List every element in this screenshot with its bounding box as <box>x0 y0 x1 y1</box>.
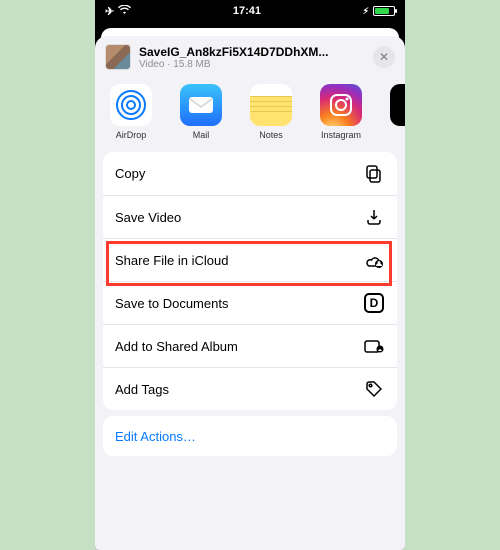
app-mail[interactable]: Mail <box>173 84 229 140</box>
action-label: Save Video <box>115 210 181 225</box>
action-save-documents[interactable]: Save to Documents D <box>103 281 397 324</box>
instagram-icon <box>320 84 362 126</box>
apps-row: AirDrop Mail Notes Instagram ♪ T <box>95 78 405 150</box>
action-share-icloud[interactable]: Share File in iCloud <box>103 238 397 281</box>
action-label: Share File in iCloud <box>115 253 228 268</box>
status-right: ⚡︎ <box>363 6 395 17</box>
app-notes[interactable]: Notes <box>243 84 299 140</box>
edit-actions-label: Edit Actions… <box>115 429 196 444</box>
share-sheet: SaveIG_An8kzFi5X14D7DDhXM... Video · 15.… <box>95 36 405 550</box>
charging-icon: ⚡︎ <box>363 6 369 17</box>
file-meta: SaveIG_An8kzFi5X14D7DDhXM... Video · 15.… <box>139 45 365 70</box>
action-save-video[interactable]: Save Video <box>103 195 397 238</box>
copy-icon <box>363 163 385 185</box>
battery-icon <box>373 6 395 16</box>
action-copy[interactable]: Copy <box>103 152 397 195</box>
app-instagram[interactable]: Instagram <box>313 84 369 140</box>
tag-icon <box>363 378 385 400</box>
phone-frame: ✈︎ 17:41 ⚡︎ SaveIG_An8kzFi5X14D7DDhXM...… <box>95 0 405 550</box>
action-label: Copy <box>115 166 145 181</box>
close-button[interactable]: ✕ <box>373 46 395 68</box>
action-label: Save to Documents <box>115 296 228 311</box>
action-add-shared-album[interactable]: Add to Shared Album <box>103 324 397 367</box>
airplane-icon: ✈︎ <box>105 5 114 18</box>
file-name: SaveIG_An8kzFi5X14D7DDhXM... <box>139 45 365 59</box>
tiktok-icon: ♪ <box>390 84 405 126</box>
file-subtitle: Video · 15.8 MB <box>139 59 365 70</box>
wifi-icon <box>118 5 131 18</box>
app-label: AirDrop <box>116 130 147 140</box>
notes-icon <box>250 84 292 126</box>
app-label: Notes <box>259 130 283 140</box>
edit-actions-button[interactable]: Edit Actions… <box>103 416 397 456</box>
download-icon <box>363 206 385 228</box>
shared-album-icon <box>363 335 385 357</box>
action-label: Add to Shared Album <box>115 339 238 354</box>
app-label: Mail <box>193 130 210 140</box>
action-add-tags[interactable]: Add Tags <box>103 367 397 410</box>
documents-app-icon: D <box>363 292 385 314</box>
file-thumbnail <box>105 44 131 70</box>
action-label: Add Tags <box>115 382 169 397</box>
sheet-header: SaveIG_An8kzFi5X14D7DDhXM... Video · 15.… <box>95 36 405 78</box>
mail-icon <box>180 84 222 126</box>
status-left: ✈︎ <box>105 5 131 18</box>
close-icon: ✕ <box>379 50 389 64</box>
actions-list: Copy Save Video Share File in iCloud Sav… <box>103 152 397 410</box>
status-bar: ✈︎ 17:41 ⚡︎ <box>95 0 405 22</box>
airdrop-icon <box>110 84 152 126</box>
app-label: Instagram <box>321 130 361 140</box>
icloud-share-icon <box>363 249 385 271</box>
app-airdrop[interactable]: AirDrop <box>103 84 159 140</box>
app-tiktok[interactable]: ♪ T <box>383 84 405 140</box>
status-time: 17:41 <box>233 5 261 17</box>
